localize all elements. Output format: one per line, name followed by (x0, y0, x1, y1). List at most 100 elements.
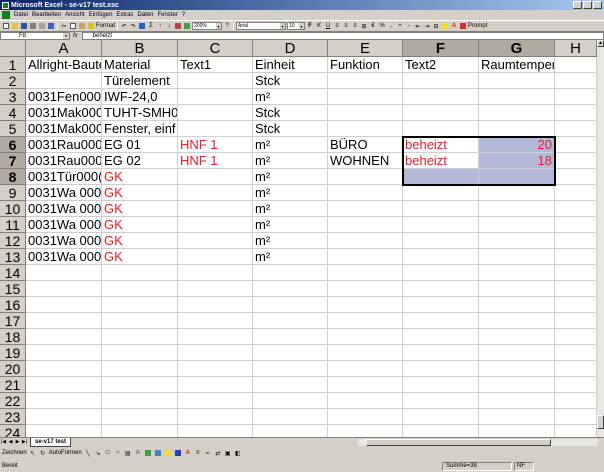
minimize-button[interactable] (573, 1, 582, 9)
cell-g13[interactable] (479, 249, 555, 265)
cell-h3[interactable] (555, 89, 597, 105)
cell-b9[interactable]: GK (102, 185, 178, 201)
font-color-icon[interactable]: A (450, 22, 458, 30)
cell-d18[interactable] (253, 329, 328, 345)
menu-data[interactable]: Daten (135, 12, 155, 18)
align-right-icon[interactable]: ≡ (351, 22, 359, 30)
row-header-22[interactable]: 22 (0, 393, 26, 409)
cell-c10[interactable] (178, 201, 253, 217)
open-icon[interactable] (11, 22, 19, 30)
draw-menu[interactable]: Zeichnen (2, 450, 27, 456)
cell-g20[interactable] (479, 361, 555, 377)
cell-f16[interactable] (403, 297, 479, 313)
row-header-4[interactable]: 4 (0, 105, 26, 121)
cell-g15[interactable] (479, 281, 555, 297)
cell-a9[interactable]: 0031Wa 000 (26, 185, 102, 201)
currency-icon[interactable]: € (369, 22, 377, 30)
vertical-scroll-thumb[interactable] (597, 415, 604, 429)
column-header-h[interactable]: H (555, 40, 597, 57)
italic-icon[interactable]: K (315, 22, 323, 30)
row-header-17[interactable]: 17 (0, 313, 26, 329)
cell-e14[interactable] (328, 265, 403, 281)
cell-c2[interactable] (178, 73, 253, 89)
cell-g5[interactable] (479, 121, 555, 137)
cell-f22[interactable] (403, 393, 479, 409)
cell-g2[interactable] (479, 73, 555, 89)
cell-b19[interactable] (102, 345, 178, 361)
cell-g12[interactable] (479, 233, 555, 249)
cell-c19[interactable] (178, 345, 253, 361)
cell-b1[interactable]: Material (102, 57, 178, 73)
cell-c9[interactable] (178, 185, 253, 201)
cell-f9[interactable] (403, 185, 479, 201)
row-header-11[interactable]: 11 (0, 217, 26, 233)
cell-c22[interactable] (178, 393, 253, 409)
cell-a5[interactable]: 0031Mak000 (26, 121, 102, 137)
last-sheet-button[interactable]: ▶| (21, 439, 28, 446)
cell-d11[interactable]: m² (253, 217, 328, 233)
cell-h14[interactable] (555, 265, 597, 281)
cell-b13[interactable]: GK (102, 249, 178, 265)
cell-e13[interactable] (328, 249, 403, 265)
cell-c18[interactable] (178, 329, 253, 345)
cell-c15[interactable] (178, 281, 253, 297)
column-header-a[interactable]: A (26, 40, 102, 57)
cell-c12[interactable] (178, 233, 253, 249)
cell-h8[interactable] (555, 169, 597, 185)
cell-h16[interactable] (555, 297, 597, 313)
cell-h24[interactable] (555, 425, 597, 437)
scroll-up-button[interactable]: ▲ (597, 40, 604, 47)
cell-e3[interactable] (328, 89, 403, 105)
cell-f23[interactable] (403, 409, 479, 425)
cell-h4[interactable] (555, 105, 597, 121)
cell-c5[interactable] (178, 121, 253, 137)
decimal-inc-icon[interactable]: + (396, 22, 404, 30)
cell-f13[interactable] (403, 249, 479, 265)
cell-e20[interactable] (328, 361, 403, 377)
spellcheck-icon[interactable] (47, 22, 55, 30)
row-header-3[interactable]: 3 (0, 89, 26, 105)
underline-icon[interactable]: U (324, 22, 332, 30)
cell-a10[interactable]: 0031Wa 000 (26, 201, 102, 217)
cell-b8[interactable]: GK (102, 169, 178, 185)
cell-a11[interactable]: 0031Wa 000 (26, 217, 102, 233)
font-size-select[interactable]: 10 ▾ (287, 22, 306, 30)
menu-edit[interactable]: Bearbeiten (30, 12, 63, 18)
thousands-icon[interactable]: , (387, 22, 395, 30)
menu-window[interactable]: Fenster (155, 12, 179, 18)
cell-h11[interactable] (555, 217, 597, 233)
cell-d12[interactable]: m² (253, 233, 328, 249)
row-header-10[interactable]: 10 (0, 201, 26, 217)
cell-e18[interactable] (328, 329, 403, 345)
decimal-dec-icon[interactable]: - (405, 22, 413, 30)
cell-c7[interactable]: HNF 1 (178, 153, 253, 169)
cell-f10[interactable] (403, 201, 479, 217)
prompt-button[interactable]: Prompt (468, 23, 487, 29)
line-color-icon[interactable] (174, 449, 182, 457)
prev-sheet-button[interactable]: ◀ (7, 439, 14, 446)
cell-f1[interactable]: Text2 (403, 57, 479, 73)
cell-a21[interactable] (26, 377, 102, 393)
cell-f12[interactable] (403, 233, 479, 249)
cell-d16[interactable] (253, 297, 328, 313)
bold-icon[interactable]: F (306, 22, 314, 30)
cell-a1[interactable]: Allright-Baute (26, 57, 102, 73)
row-header-1[interactable]: 1 (0, 57, 26, 73)
cell-a22[interactable] (26, 393, 102, 409)
cell-c3[interactable] (178, 89, 253, 105)
cell-e19[interactable] (328, 345, 403, 361)
row-header-18[interactable]: 18 (0, 329, 26, 345)
cell-g23[interactable] (479, 409, 555, 425)
cell-d22[interactable] (253, 393, 328, 409)
horizontal-scroll-thumb[interactable] (366, 439, 551, 446)
cell-g21[interactable] (479, 377, 555, 393)
cell-g1[interactable]: Raumtemperatur (479, 57, 555, 73)
cell-g24[interactable] (479, 425, 555, 437)
cell-e7[interactable]: WOHNEN (328, 153, 403, 169)
cell-d8[interactable]: m² (253, 169, 328, 185)
cell-e17[interactable] (328, 313, 403, 329)
cell-f19[interactable] (403, 345, 479, 361)
cell-b15[interactable] (102, 281, 178, 297)
row-header-15[interactable]: 15 (0, 281, 26, 297)
wordart-icon[interactable]: A (134, 449, 142, 457)
